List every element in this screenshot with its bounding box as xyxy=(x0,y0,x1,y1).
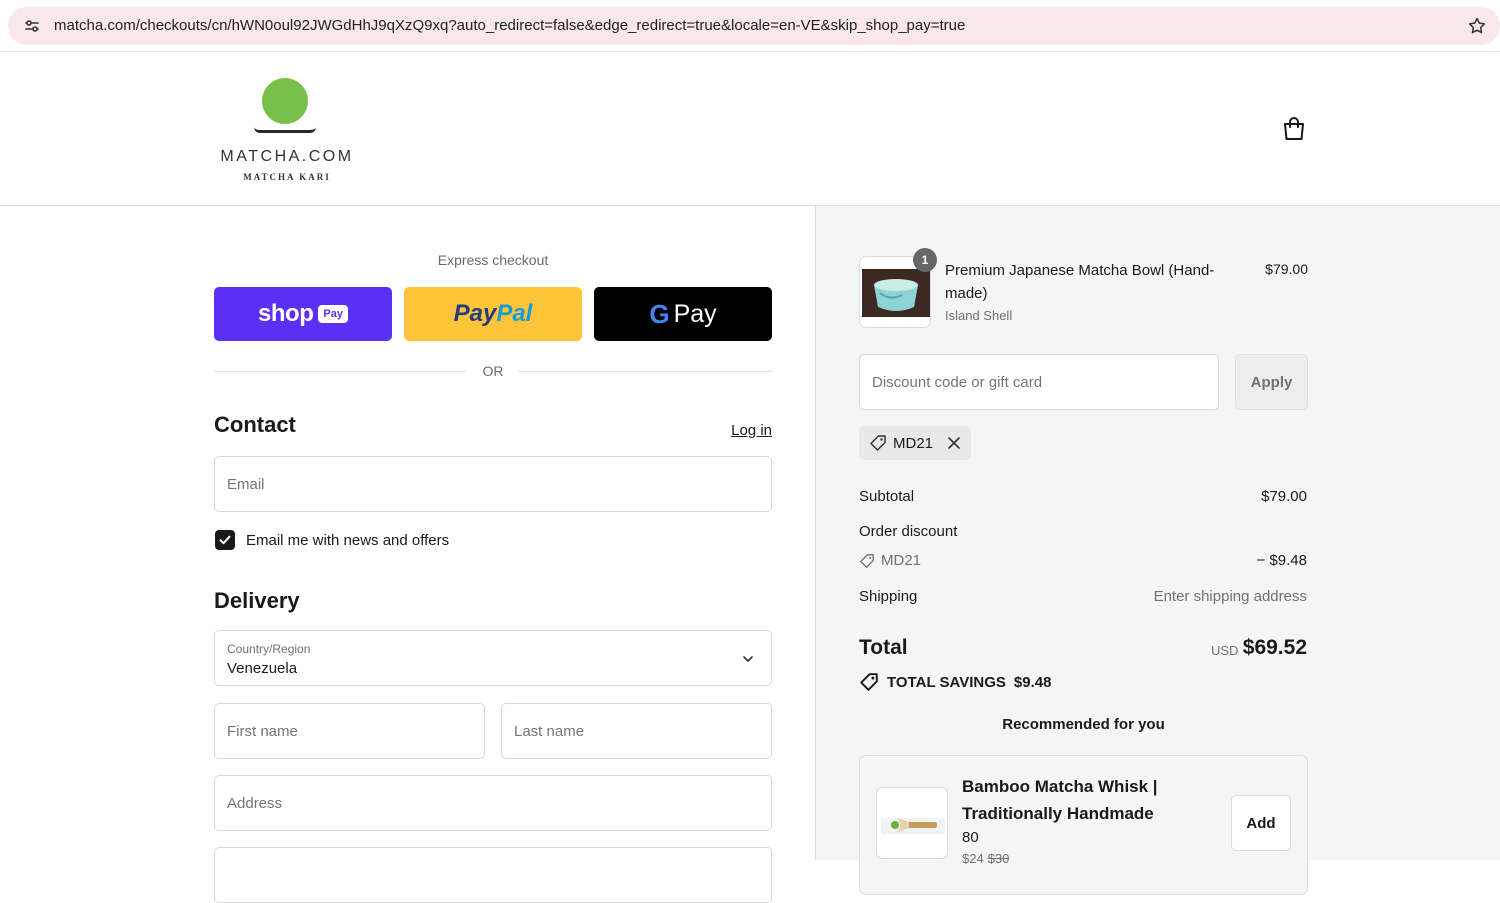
total-currency: USD xyxy=(1211,643,1239,658)
first-name-field[interactable] xyxy=(214,703,485,759)
country-label: Country/Region xyxy=(227,642,311,656)
discount-code-field[interactable] xyxy=(859,354,1219,410)
country-select[interactable]: Country/Region Venezuela xyxy=(214,630,772,686)
divider-line-right xyxy=(518,371,772,372)
next-address-field[interactable] xyxy=(214,847,772,903)
address-bar[interactable]: matcha.com/checkouts/cn/hWN0oul92JWGdHhJ… xyxy=(8,7,1500,45)
quantity-badge: 1 xyxy=(913,248,937,272)
logo-bowl-line xyxy=(254,127,316,133)
tag-icon xyxy=(870,435,886,451)
login-link[interactable]: Log in xyxy=(700,422,772,439)
recommended-product-card: Bamboo Matcha Whisk | Traditionally Hand… xyxy=(859,755,1308,895)
tag-icon xyxy=(860,673,878,691)
google-pay-button[interactable]: G Pay xyxy=(594,287,772,341)
recommended-product-name: Bamboo Matcha Whisk | Traditionally Hand… xyxy=(962,777,1158,823)
email-field[interactable] xyxy=(214,456,772,512)
site-settings-icon[interactable] xyxy=(22,16,42,36)
delivery-heading: Delivery xyxy=(214,588,300,613)
applied-discount-code: MD21 xyxy=(893,434,934,452)
shopping-bag-icon[interactable] xyxy=(1281,115,1307,143)
or-divider: OR xyxy=(214,363,772,381)
google-pay-wordmark: G Pay xyxy=(649,298,717,329)
applied-discount-chip: MD21 xyxy=(859,426,971,460)
recommended-product-price: $24 $30 xyxy=(962,851,1010,866)
total-value: $69.52 xyxy=(1242,636,1307,659)
last-name-input[interactable] xyxy=(502,704,771,758)
matcha-logo[interactable]: MATCHA.COM MATCHA KARI xyxy=(212,75,362,187)
logo-subtitle: MATCHA KARI xyxy=(243,172,331,182)
tag-icon xyxy=(860,553,874,568)
add-recommended-button[interactable]: Add xyxy=(1231,795,1291,851)
recommended-old-price: $30 xyxy=(987,851,1010,866)
order-discount-value: − $9.48 xyxy=(1256,552,1307,569)
product-price: $79.00 xyxy=(1265,261,1308,277)
bookmark-star-icon[interactable] xyxy=(1466,15,1488,37)
shop-pay-wordmark: shop xyxy=(258,300,314,327)
shop-pay-badge: Pay xyxy=(318,305,348,323)
total-savings-value: $9.48 xyxy=(1013,673,1052,691)
paypal-button[interactable]: PayPal xyxy=(404,287,582,341)
total-savings: TOTAL SAVINGS $9.48 xyxy=(859,672,1051,692)
order-discount-label: Order discount xyxy=(859,523,958,540)
total-label: Total xyxy=(859,636,908,659)
total-savings-label: TOTAL SAVINGS xyxy=(887,673,1006,691)
url-text[interactable]: matcha.com/checkouts/cn/hWN0oul92JWGdHhJ… xyxy=(54,17,965,34)
news-offers-label[interactable]: Email me with news and offers xyxy=(246,532,449,549)
order-discount-code: MD21 xyxy=(881,552,922,569)
logo-wordmark: MATCHA.COM xyxy=(220,148,354,165)
address-input[interactable] xyxy=(215,776,771,830)
last-name-field[interactable] xyxy=(501,703,772,759)
shipping-label: Shipping xyxy=(859,588,918,605)
shop-pay-button[interactable]: shop Pay xyxy=(214,287,392,341)
logo-green-circle xyxy=(262,78,308,124)
first-name-input[interactable] xyxy=(215,704,484,758)
news-offers-checkbox[interactable] xyxy=(215,530,235,550)
subtotal-value: $79.00 xyxy=(1261,488,1307,505)
apply-discount-button[interactable]: Apply xyxy=(1235,354,1308,410)
checkout-form: Express checkout shop Pay PayPal G Pay OR… xyxy=(0,206,815,903)
order-summary: 1 Premium Japanese Matcha Bowl (Hand-mad… xyxy=(815,206,1500,895)
browser-toolbar: matcha.com/checkouts/cn/hWN0oul92JWGdHhJ… xyxy=(0,0,1500,52)
recommended-product-subtitle: 80 xyxy=(962,829,979,846)
site-header: MATCHA.COM MATCHA KARI xyxy=(0,53,1500,206)
chevron-down-icon xyxy=(741,652,755,666)
shipping-value: Enter shipping address xyxy=(1153,588,1307,605)
country-value: Venezuela xyxy=(227,660,298,677)
address-field[interactable] xyxy=(214,775,772,831)
recommended-heading: Recommended for you xyxy=(1002,716,1165,733)
subtotal-label: Subtotal xyxy=(859,488,915,505)
email-input[interactable] xyxy=(215,457,771,511)
remove-discount-icon[interactable] xyxy=(947,436,961,450)
express-checkout-label: Express checkout xyxy=(437,252,549,268)
paypal-wordmark: PayPal xyxy=(453,300,533,327)
contact-heading: Contact xyxy=(214,412,296,437)
product-variant: Island Shell xyxy=(945,308,1013,323)
discount-code-input[interactable] xyxy=(860,355,1218,409)
order-discount-code-row: MD21 xyxy=(859,552,921,569)
recommended-product-thumbnail xyxy=(876,787,948,859)
product-name: Premium Japanese Matcha Bowl (Hand-made) xyxy=(945,262,1215,302)
google-g-icon: G xyxy=(649,298,670,329)
